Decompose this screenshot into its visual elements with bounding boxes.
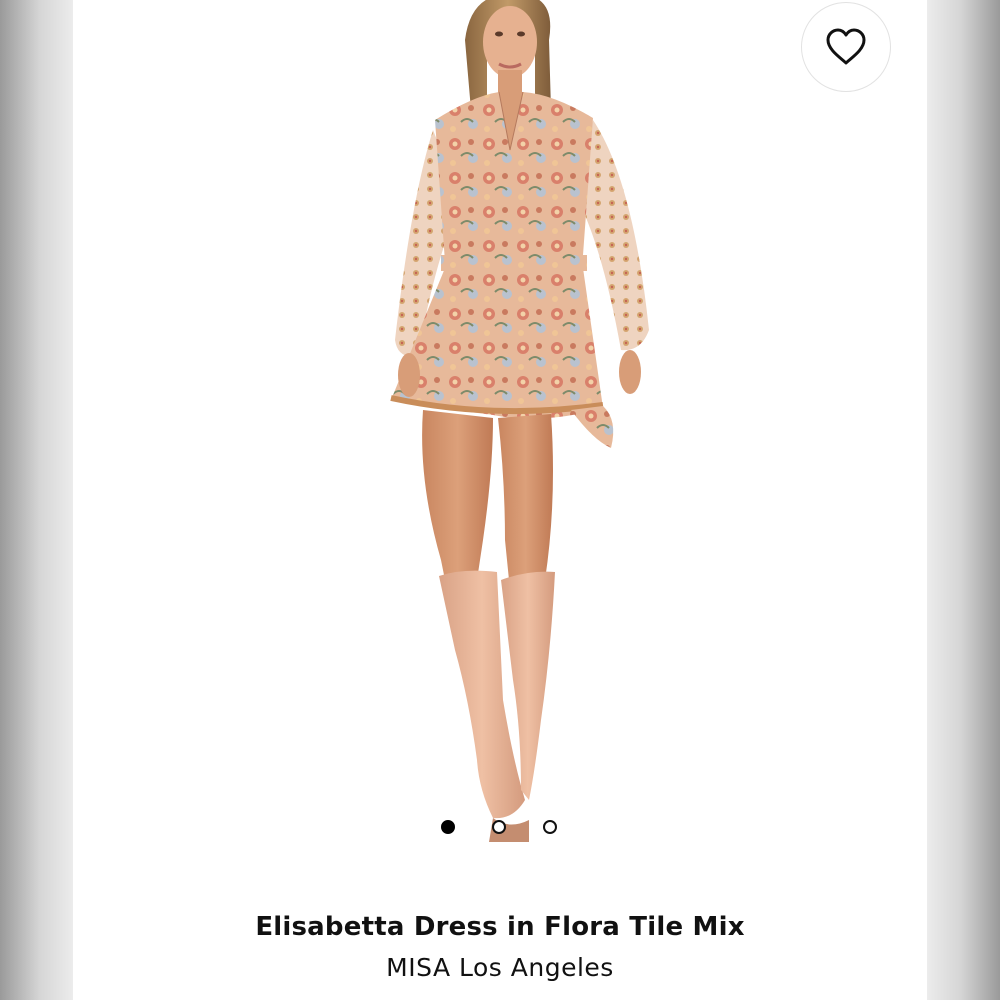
product-brand[interactable]: MISA Los Angeles [73,953,927,982]
gallery-dot-3[interactable] [543,820,557,834]
gallery-dot-1[interactable] [441,820,455,834]
product-image[interactable] [73,0,927,850]
favorite-button[interactable] [801,2,891,92]
product-title: Elisabetta Dress in Flora Tile Mix [255,912,745,942]
gallery-pagination [441,820,561,838]
product-card: Elisabetta Dress in Flora Tile Mix MISA … [73,0,927,1000]
gallery-dot-2[interactable] [492,820,506,834]
heart-outline-icon [826,28,866,65]
